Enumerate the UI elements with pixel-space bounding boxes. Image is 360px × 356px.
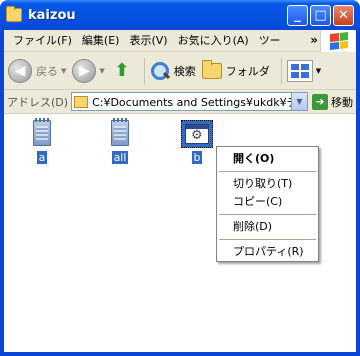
notepad-icon [111, 118, 129, 148]
menu-view[interactable]: 表示(V) [124, 30, 172, 52]
up-arrow-icon: ⬆ [114, 60, 130, 81]
menu-separator [219, 214, 316, 215]
forward-button[interactable]: ▶ ▼ [72, 56, 105, 86]
context-cut[interactable]: 切り取り(T) [217, 175, 318, 193]
windows-flag-icon [329, 32, 348, 50]
folders-button[interactable]: フォルダ [201, 56, 270, 86]
address-label: アドレス(D) [7, 95, 69, 109]
maximize-button[interactable]: □ [310, 4, 331, 26]
minimize-button[interactable]: _ [287, 4, 308, 26]
folder-icon [201, 59, 222, 79]
go-label: 移動 [331, 95, 353, 109]
batch-file-icon [181, 120, 213, 148]
toolbar-separator [143, 57, 145, 84]
window-title: kaizou [28, 7, 76, 23]
folder-icon [6, 6, 22, 22]
views-icon [286, 59, 313, 82]
folder-icon [74, 95, 89, 108]
back-button[interactable]: ◀ 戻る ▼ [8, 56, 66, 86]
menu-edit[interactable]: 編集(E) [77, 30, 125, 52]
context-properties[interactable]: プロパティ(R) [217, 243, 318, 261]
title-bar[interactable]: kaizou _ □ ✕ [0, 0, 360, 30]
file-name[interactable]: all [111, 151, 129, 164]
context-copy[interactable]: コピー(C) [217, 193, 318, 211]
context-open[interactable]: 開く(O) [217, 150, 318, 168]
file-name[interactable]: b [191, 151, 203, 164]
toolbar-separator [280, 57, 282, 84]
file-item[interactable]: b [180, 120, 214, 164]
forward-dropdown-icon[interactable]: ▼ [99, 67, 104, 75]
go-button[interactable]: ➜ 移動 [312, 93, 353, 110]
windows-logo [320, 30, 356, 52]
folders-label: フォルダ [225, 64, 270, 78]
file-item[interactable]: all [103, 118, 137, 164]
toolbar: ◀ 戻る ▼ ▶ ▼ ⬆ 検索 フォルダ ▼ [4, 52, 356, 90]
file-name[interactable]: a [36, 151, 48, 164]
context-menu: 開く(O) 切り取り(T) コピー(C) 削除(D) プロパティ(R) [216, 146, 319, 262]
menu-bar: ファイル(F) 編集(E) 表示(V) お気に入り(A) ツー » [4, 30, 356, 52]
context-delete[interactable]: 削除(D) [217, 218, 318, 236]
close-button[interactable]: ✕ [333, 4, 354, 26]
menu-favorites[interactable]: お気に入り(A) [173, 30, 254, 52]
search-button[interactable]: 検索 [150, 56, 196, 86]
menu-overflow-chevron[interactable]: » [310, 33, 318, 47]
menu-tools[interactable]: ツー [254, 30, 286, 52]
menu-separator [219, 239, 316, 240]
search-icon [150, 61, 170, 81]
go-arrow-icon: ➜ [312, 93, 328, 110]
notepad-icon [33, 118, 51, 148]
back-label: 戻る [36, 64, 58, 78]
address-value[interactable]: C:¥Documents and Settings¥ukdk¥デ... [92, 94, 291, 110]
address-dropdown-icon[interactable]: ▼ [291, 93, 307, 110]
up-folder-button[interactable]: ⬆ [111, 56, 133, 86]
file-item[interactable]: a [25, 118, 59, 164]
views-button[interactable]: ▼ [286, 56, 321, 86]
address-bar: アドレス(D) C:¥Documents and Settings¥ukdk¥デ… [4, 90, 356, 114]
forward-arrow-icon: ▶ [72, 58, 97, 83]
views-dropdown-icon[interactable]: ▼ [316, 67, 321, 75]
back-arrow-icon: ◀ [8, 58, 32, 83]
search-label: 検索 [173, 64, 196, 78]
menu-separator [219, 171, 316, 172]
address-input[interactable]: C:¥Documents and Settings¥ukdk¥デ... ▼ [71, 92, 308, 111]
menu-file[interactable]: ファイル(F) [8, 30, 77, 52]
back-dropdown-icon[interactable]: ▼ [61, 67, 66, 75]
